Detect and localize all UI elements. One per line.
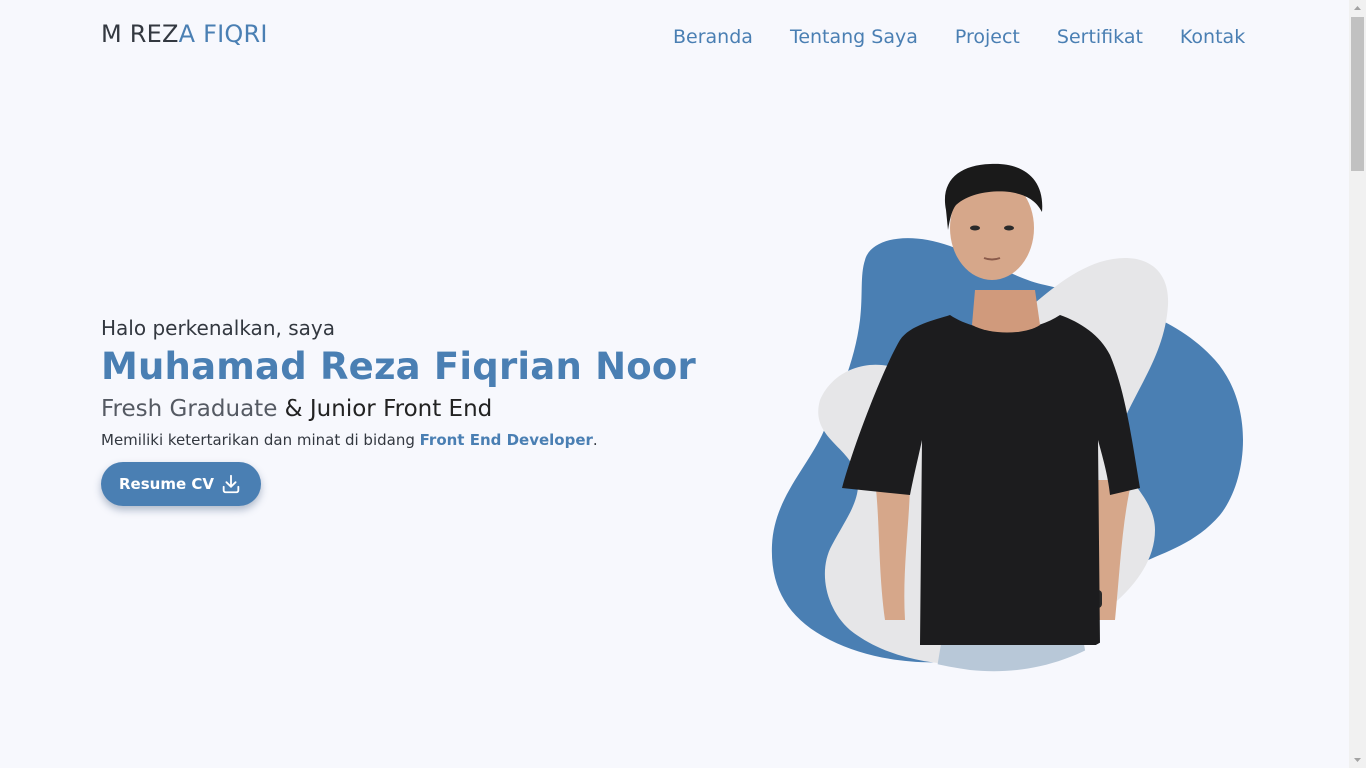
brand-accent: A FIQRI bbox=[178, 20, 268, 48]
hero-desc-highlight: Front End Developer bbox=[419, 431, 593, 449]
hero-role: Fresh Graduate & Junior Front End bbox=[101, 392, 721, 426]
hero-portrait bbox=[760, 150, 1260, 680]
nav-link-tentang-saya[interactable]: Tentang Saya bbox=[790, 24, 918, 50]
scroll-up-icon[interactable] bbox=[1349, 0, 1366, 17]
nav-link-kontak[interactable]: Kontak bbox=[1180, 24, 1245, 50]
nav-link-beranda[interactable]: Beranda bbox=[673, 24, 753, 50]
hero-role-part1: Fresh Graduate bbox=[101, 396, 278, 422]
hero-desc-prefix: Memiliki ketertarikan dan minat di bidan… bbox=[101, 431, 420, 449]
nav-link-sertifikat[interactable]: Sertifikat bbox=[1057, 24, 1143, 50]
page: M REZA FIQRI Beranda Tentang Saya Projec… bbox=[0, 0, 1366, 768]
brand-main: M REZ bbox=[101, 20, 179, 48]
nav-links: Beranda Tentang Saya Project Sertifikat … bbox=[673, 24, 1245, 50]
neck bbox=[972, 290, 1040, 333]
download-icon bbox=[222, 474, 240, 494]
portrait-illustration bbox=[771, 163, 1244, 672]
page-scrollbar[interactable] bbox=[1349, 0, 1366, 768]
hero-description: Memiliki ketertarikan dan minat di bidan… bbox=[101, 428, 721, 452]
resume-cv-button[interactable]: Resume CV bbox=[101, 462, 261, 506]
nav-link-project[interactable]: Project bbox=[955, 24, 1020, 50]
hero-greeting: Halo perkenalkan, saya bbox=[101, 316, 335, 340]
hero-intro: Halo perkenalkan, saya Muhamad Reza Fiqr… bbox=[101, 314, 721, 506]
brand-logo[interactable]: M REZA FIQRI bbox=[101, 20, 268, 48]
resume-cv-label: Resume CV bbox=[119, 475, 214, 493]
scroll-thumb[interactable] bbox=[1351, 17, 1364, 171]
navbar: M REZA FIQRI Beranda Tentang Saya Projec… bbox=[0, 0, 1349, 72]
hero-desc-suffix: . bbox=[592, 431, 598, 449]
scroll-down-icon[interactable] bbox=[1349, 751, 1366, 768]
hero-name: Muhamad Reza Fiqrian Noor bbox=[101, 345, 696, 388]
hero-role-part2: & Junior Front End bbox=[277, 396, 493, 422]
